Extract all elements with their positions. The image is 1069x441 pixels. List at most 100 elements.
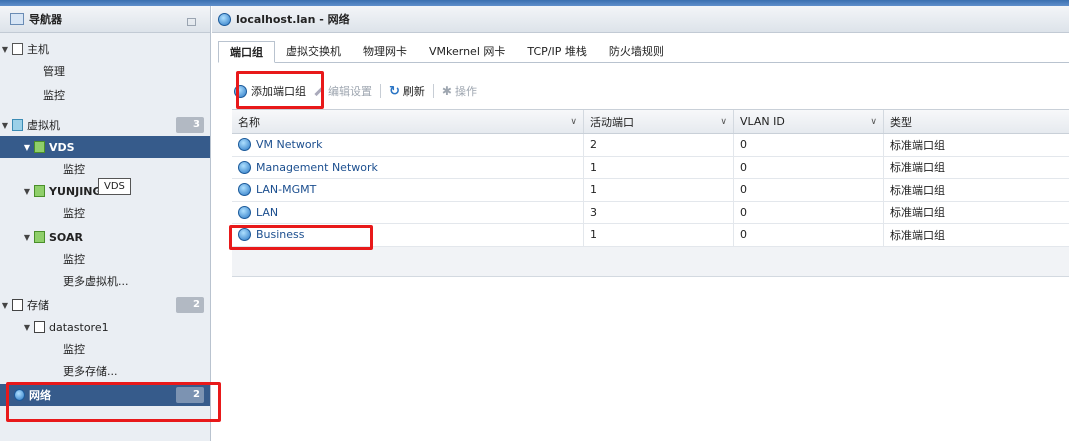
nav-item-vds-monitor[interactable]: 监控 — [0, 158, 210, 180]
cell-name: Management Network — [256, 160, 378, 174]
column-header-type[interactable]: 类型 — [884, 110, 1069, 133]
cell-name: LAN-MGMT — [256, 183, 317, 197]
tooltip: VDS — [98, 178, 131, 195]
cell-vlan-id: 0 — [734, 134, 884, 156]
nav-item-label: 监控 — [63, 163, 85, 176]
expand-arrow-icon[interactable]: ▼ — [0, 45, 10, 54]
expand-arrow-icon[interactable]: ▼ — [22, 323, 32, 332]
nav-item-host-monitor[interactable]: 监控 — [0, 84, 210, 106]
cell-vlan-id: 0 — [734, 179, 884, 201]
nav-item-storage[interactable]: ▼ 存储 2 — [0, 294, 210, 316]
expand-arrow-icon[interactable]: ▼ — [0, 301, 10, 310]
main-panel: localhost.lan - 网络 端口组 虚拟交换机 物理网卡 VMkern… — [212, 6, 1069, 441]
port-group-icon — [238, 205, 251, 219]
vm-group-icon — [12, 119, 23, 131]
cell-active-ports: 1 — [584, 156, 734, 178]
column-header-label: 名称 — [238, 115, 260, 129]
cell-name: LAN — [256, 205, 279, 219]
expand-arrow-icon[interactable]: ▼ — [22, 233, 32, 242]
toolbar-separator — [432, 84, 434, 98]
vm-icon — [34, 231, 45, 243]
gear-icon: ✱ — [441, 84, 452, 98]
tab-virtual-switches[interactable]: 虚拟交换机 — [275, 41, 352, 63]
cell-type: 标准端口组 — [890, 228, 945, 242]
table-row[interactable]: Management Network 1 0 标准端口组 — [232, 156, 1069, 179]
navigator-icon — [10, 13, 24, 25]
column-header-active-ports[interactable]: 活动端口 ∨ — [584, 110, 734, 133]
tab-port-groups[interactable]: 端口组 — [218, 41, 275, 63]
navigator-header: 导航器 — [0, 6, 210, 33]
nav-item-host-manage[interactable]: 管理 — [0, 60, 210, 82]
navigator-panel: 导航器 ▼ 主机 管理 监控 ▼ 虚拟机 3 ▼ VDS 监控 ▼ YUNJIN… — [0, 6, 211, 441]
nav-item-label: 监控 — [63, 207, 85, 220]
tab-physical-nics[interactable]: 物理网卡 — [352, 41, 418, 63]
column-header-vlan-id[interactable]: VLAN ID ∨ — [734, 110, 884, 133]
expand-arrow-icon[interactable]: ▼ — [22, 187, 32, 196]
port-group-name[interactable]: LAN-MGMT — [232, 179, 584, 201]
nav-item-soar-monitor[interactable]: 监控 — [0, 248, 210, 270]
tab-tcpip-stacks[interactable]: TCP/IP 堆栈 — [516, 41, 597, 63]
nav-item-vm-vds[interactable]: ▼ VDS — [0, 136, 210, 158]
table-row[interactable]: LAN-MGMT 1 0 标准端口组 — [232, 179, 1069, 202]
network-icon — [218, 12, 231, 26]
nav-item-datastore1[interactable]: ▼ datastore1 — [0, 316, 210, 338]
nav-item-label: 虚拟机 — [27, 119, 60, 132]
tab-divider — [218, 62, 1069, 63]
expand-arrow-icon[interactable]: ▼ — [22, 143, 32, 152]
cell-type: 标准端口组 — [890, 161, 945, 175]
table-row[interactable]: VM Network 2 0 标准端口组 — [232, 134, 1069, 157]
nav-item-yunjing-monitor[interactable]: 监控 — [0, 202, 210, 224]
vm-icon — [34, 141, 45, 153]
annotation-box-business-row — [229, 225, 373, 250]
chevron-down-icon[interactable]: ∨ — [870, 117, 877, 127]
collapse-icon[interactable] — [187, 18, 196, 26]
main-title-bar: localhost.lan - 网络 — [212, 6, 1069, 33]
nav-item-vm-soar[interactable]: ▼ SOAR — [0, 226, 210, 248]
port-group-name[interactable]: VM Network — [232, 134, 584, 156]
cell-vlan-id: 0 — [734, 201, 884, 223]
nav-item-label: 主机 — [27, 43, 49, 56]
cell-active-ports: 2 — [584, 134, 734, 156]
storage-icon — [12, 299, 23, 311]
page-title: localhost.lan - 网络 — [236, 13, 350, 26]
vm-icon — [34, 185, 45, 197]
refresh-label: 刷新 — [402, 85, 425, 98]
port-group-icon — [238, 183, 251, 197]
cell-type: 标准端口组 — [890, 183, 945, 197]
tab-firewall-rules[interactable]: 防火墙规则 — [598, 41, 675, 63]
port-group-name[interactable]: LAN — [232, 201, 584, 223]
nav-item-label: 更多虚拟机... — [63, 275, 129, 288]
count-badge: 3 — [176, 117, 204, 133]
expand-arrow-icon[interactable]: ▼ — [0, 121, 10, 130]
nav-item-label: 管理 — [43, 65, 65, 78]
datastore-icon — [34, 321, 45, 333]
chevron-down-icon[interactable]: ∨ — [570, 117, 577, 127]
column-header-name[interactable]: 名称 ∨ — [232, 110, 584, 133]
nav-item-host[interactable]: ▼ 主机 — [0, 38, 210, 60]
nav-item-label: 存储 — [27, 299, 49, 312]
nav-item-label: 监控 — [63, 343, 85, 356]
nav-item-label: datastore1 — [49, 320, 109, 334]
cell-type: 标准端口组 — [890, 138, 945, 152]
nav-item-label: SOAR — [49, 230, 83, 244]
toolbar-separator — [380, 84, 381, 98]
nav-item-more-vms[interactable]: 更多虚拟机... — [0, 270, 210, 292]
nav-item-vms[interactable]: ▼ 虚拟机 3 — [0, 114, 210, 136]
edit-settings-label: 编辑设置 — [328, 85, 372, 98]
table-row[interactable]: LAN 3 0 标准端口组 — [232, 201, 1069, 224]
column-header-label: VLAN ID — [740, 115, 785, 128]
refresh-button[interactable]: ↻ 刷新 — [389, 83, 425, 99]
nav-item-datastore-monitor[interactable]: 监控 — [0, 338, 210, 360]
port-group-icon — [238, 138, 251, 152]
nav-item-label: VDS — [49, 140, 75, 154]
chevron-down-icon[interactable]: ∨ — [720, 117, 727, 127]
nav-item-more-storage[interactable]: 更多存储... — [0, 360, 210, 382]
host-icon — [12, 43, 23, 55]
port-group-name[interactable]: Management Network — [232, 156, 584, 178]
actions-button[interactable]: ✱ 操作 — [442, 83, 477, 99]
cell-type: 标准端口组 — [890, 206, 945, 220]
port-group-icon — [238, 160, 251, 174]
annotation-box-add-port-group — [236, 71, 324, 109]
tab-vmkernel-nics[interactable]: VMkernel 网卡 — [418, 41, 516, 63]
column-header-label: 类型 — [890, 115, 912, 129]
